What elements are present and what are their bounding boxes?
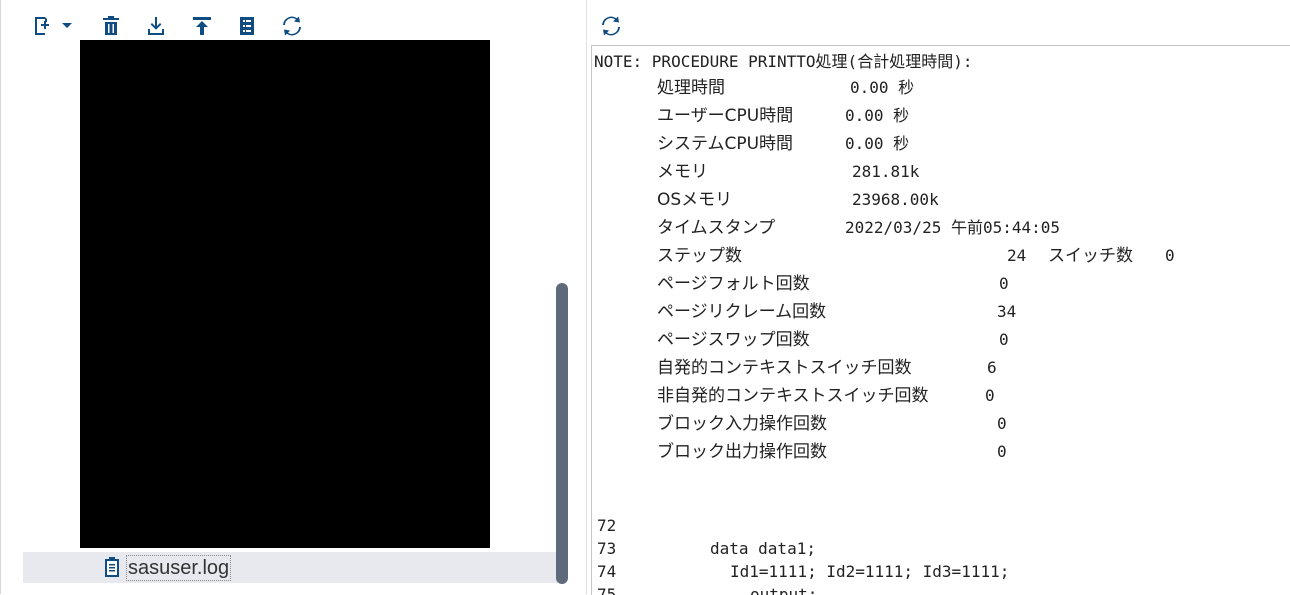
file-explorer-pane: sasuser.log (0, 0, 574, 594)
stat-value: 2022/03/25 午前05:44:05 (845, 218, 1061, 237)
stat-label: OSメモリ (657, 190, 733, 210)
stat-label: ステップ数 (657, 246, 742, 266)
stat-label: システムCPU時間 (657, 134, 794, 154)
log-viewer-pane: NOTE: PROCEDURE PRINTTO処理(合計処理時間): 処理時間 … (587, 0, 1290, 595)
log-content[interactable]: NOTE: PROCEDURE PRINTTO処理(合計処理時間): 処理時間 … (591, 45, 1290, 595)
stat-value: 0.00 秒 (845, 106, 910, 125)
stat-label: 自発的コンテキストスイッチ回数 (657, 358, 912, 378)
log-note-line: NOTE: PROCEDURE PRINTTO処理(合計処理時間): (594, 52, 973, 71)
pane-splitter[interactable] (573, 0, 587, 594)
stat-extra-label: スイッチ数 (1048, 246, 1133, 266)
stat-label: ブロック出力操作回数 (657, 442, 827, 462)
explorer-toolbar (1, 0, 574, 40)
stat-value: 6 (987, 358, 997, 377)
stat-value: 0.00 秒 (850, 78, 915, 97)
stat-label: ページスワップ回数 (657, 330, 810, 350)
line-number: 74 (597, 562, 617, 581)
stat-value: 34 (997, 302, 1017, 321)
stat-label: タイムスタンプ (657, 218, 776, 238)
stat-value: 281.81k (852, 162, 920, 181)
trash-icon[interactable] (99, 14, 123, 38)
line-number: 73 (597, 539, 617, 558)
stat-label: メモリ (657, 162, 708, 182)
chevron-down-icon[interactable] (55, 14, 72, 38)
stat-value: 0 (997, 414, 1007, 433)
stat-value: 0 (985, 386, 995, 405)
stat-value: 23968.00k (852, 190, 939, 209)
tree-item-selected-file[interactable]: sasuser.log (23, 552, 558, 583)
stat-label: ページフォルト回数 (657, 274, 810, 294)
stat-label: ブロック入力操作回数 (657, 414, 827, 434)
stat-value: 0 (997, 442, 1007, 461)
code-line: data data1; (710, 539, 816, 558)
stat-label: 非自発的コンテキストスイッチ回数 (657, 386, 929, 406)
refresh-icon[interactable] (280, 14, 304, 38)
stat-value: 0.00 秒 (845, 134, 910, 153)
preview-area (80, 40, 490, 548)
stat-value: 0 (999, 274, 1009, 293)
stat-value: 0 (999, 330, 1009, 349)
new-file-icon[interactable] (31, 14, 55, 38)
log-file-icon (101, 556, 123, 578)
download-icon[interactable] (144, 14, 168, 38)
refresh-icon[interactable] (599, 14, 623, 38)
stat-label: 処理時間 (657, 78, 725, 98)
code-line: Id1=1111; Id2=1111; Id3=1111; (730, 562, 1010, 581)
line-number: 72 (597, 516, 617, 535)
scrollbar-thumb[interactable] (556, 283, 568, 584)
stat-label: ページリクレーム回数 (657, 302, 827, 322)
stat-label: ユーザーCPU時間 (657, 106, 794, 126)
properties-icon[interactable] (235, 14, 259, 38)
upload-icon[interactable] (190, 14, 214, 38)
stat-extra-value: 0 (1165, 246, 1175, 265)
stat-value: 24 (1007, 246, 1027, 265)
file-name-label: sasuser.log (126, 555, 232, 581)
